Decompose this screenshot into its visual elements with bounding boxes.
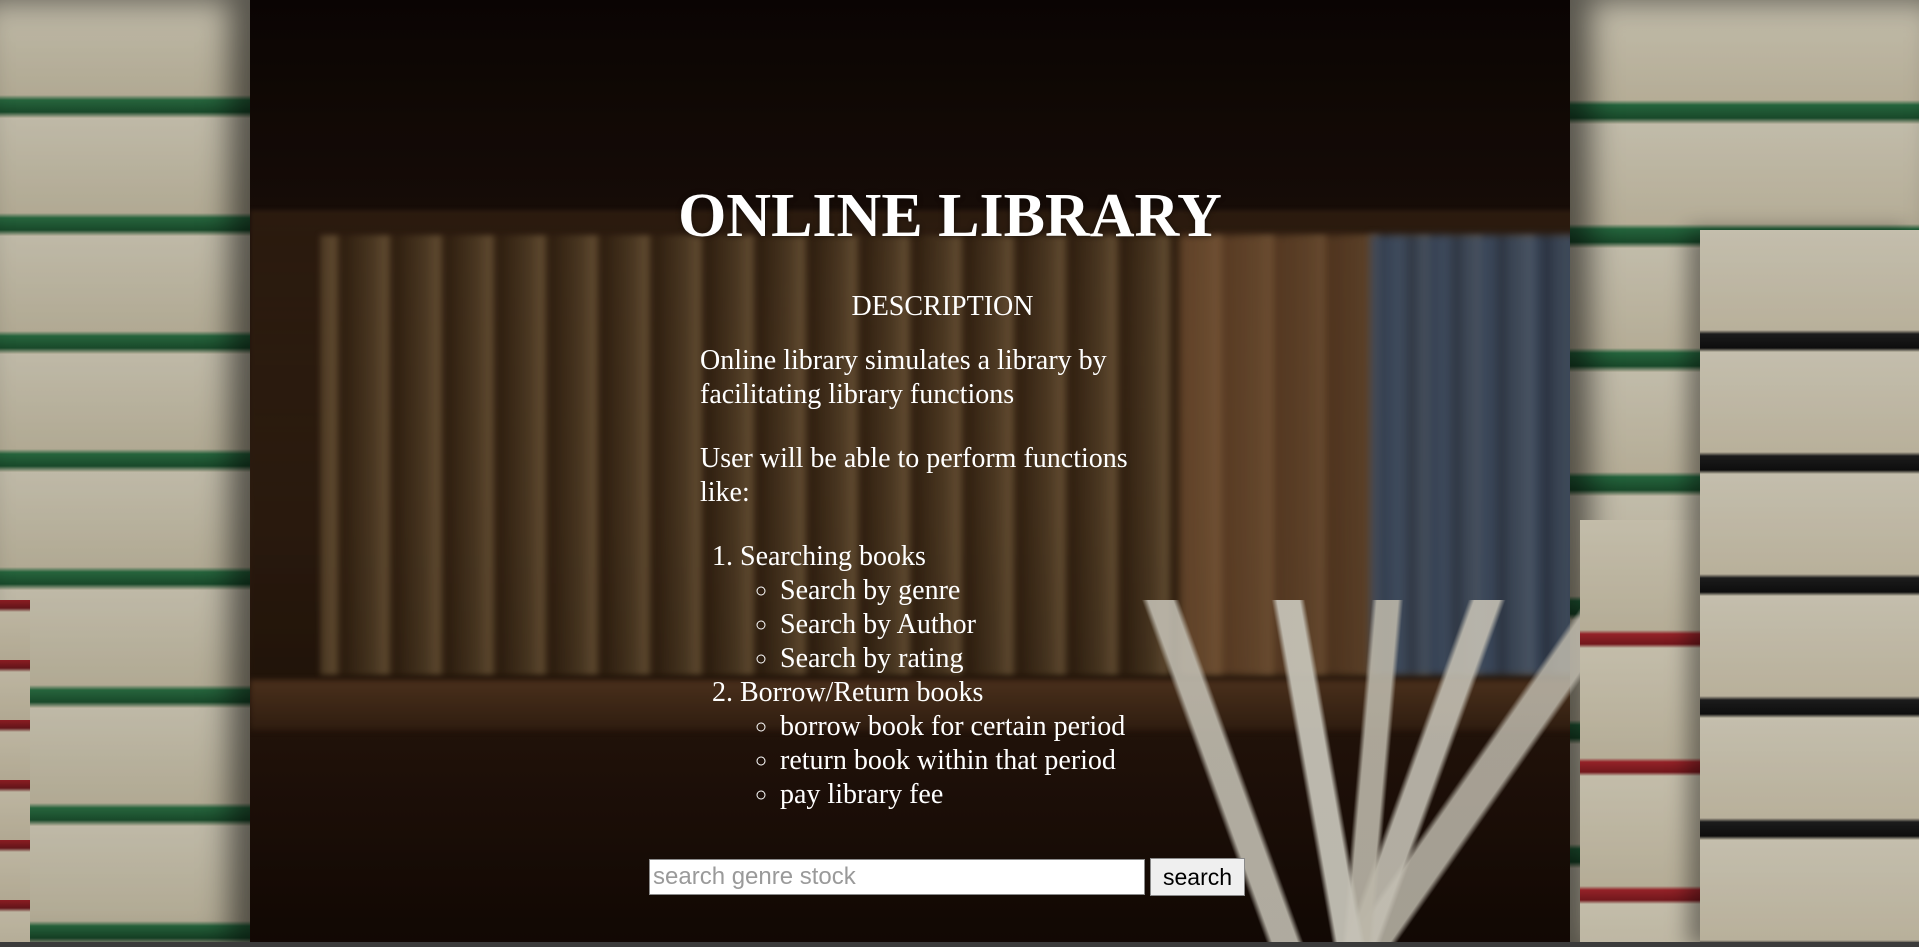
description-heading: DESCRIPTION (700, 290, 1200, 324)
feature-sublist: borrow book for certain period return bo… (740, 710, 1220, 812)
feature-list: Searching books Search by genre Search b… (700, 540, 1220, 812)
description-heading-text: DESCRIPTION (851, 291, 1034, 322)
search-input[interactable] (649, 859, 1145, 895)
feature-subitem: pay library fee (780, 778, 1220, 812)
feature-subitem: Search by Author (780, 608, 1220, 642)
feature-subitem: borrow book for certain period (780, 710, 1220, 744)
description-paragraph: User will be able to perform functions l… (700, 443, 1128, 508)
description-paragraph: Online library simulates a library by fa… (700, 345, 1107, 410)
feature-subitem: return book within that period (780, 744, 1220, 778)
page-title: ONLINE LIBRARY (678, 182, 1222, 250)
description-section: DESCRIPTION Online library simulates a l… (700, 290, 1200, 812)
feature-subitem: Search by genre (780, 574, 1220, 608)
feature-item-borrow-return: Borrow/Return books borrow book for cert… (740, 676, 1220, 812)
main-content: ONLINE LIBRARY DESCRIPTION Online librar… (0, 0, 1919, 947)
feature-sublist: Search by genre Search by Author Search … (740, 574, 1220, 676)
feature-subitem: Search by rating (780, 642, 1220, 676)
search-bar: search (649, 857, 1246, 897)
feature-item-searching: Searching books Search by genre Search b… (740, 540, 1220, 676)
feature-label: Searching books (740, 541, 926, 572)
search-button[interactable]: search (1150, 858, 1246, 896)
feature-label: Borrow/Return books (740, 677, 984, 708)
